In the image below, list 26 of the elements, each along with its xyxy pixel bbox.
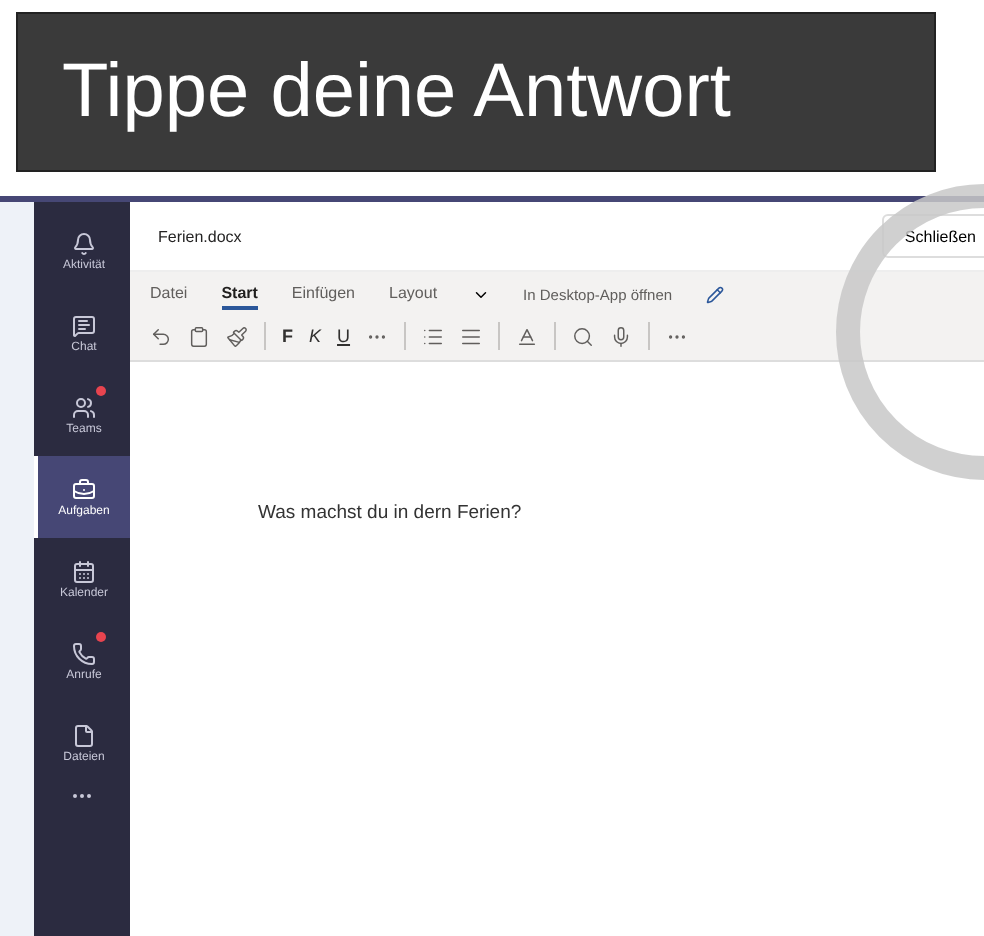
format-button[interactable]: U (337, 326, 351, 346)
format-button[interactable]: K (309, 326, 322, 346)
sidebar-icon (72, 723, 96, 747)
sidebar-icon (72, 477, 96, 501)
paintbrush-icon[interactable] (226, 325, 248, 347)
sidebar-icon (72, 231, 96, 255)
ribbon-tab[interactable]: Datei (150, 280, 188, 310)
ribbon-tab[interactable]: Einfügen (291, 280, 356, 310)
microphone-icon[interactable] (610, 325, 633, 347)
sidebar-icon (72, 395, 96, 419)
document-name: Ferien.docx (158, 227, 242, 245)
ribbon-tab[interactable]: Start (221, 280, 258, 310)
sidebar-icon (72, 313, 96, 337)
undo-icon[interactable] (150, 325, 172, 347)
chevron-down-icon[interactable] (471, 286, 490, 304)
font-color-icon[interactable] (516, 325, 539, 347)
sidebar-icon (72, 641, 96, 665)
search-icon[interactable] (572, 325, 595, 347)
document-text: Was machst du in dern Ferien? (258, 502, 524, 524)
clipboard-icon[interactable] (188, 325, 210, 347)
banner-title: Tippe deine Antwort (62, 49, 731, 135)
ribbon-tab[interactable]: Layout (389, 280, 438, 310)
pencil-icon[interactable] (706, 286, 725, 304)
sidebar-icon (72, 559, 96, 583)
format-button[interactable]: F (282, 326, 293, 346)
align-icon[interactable] (460, 325, 483, 347)
